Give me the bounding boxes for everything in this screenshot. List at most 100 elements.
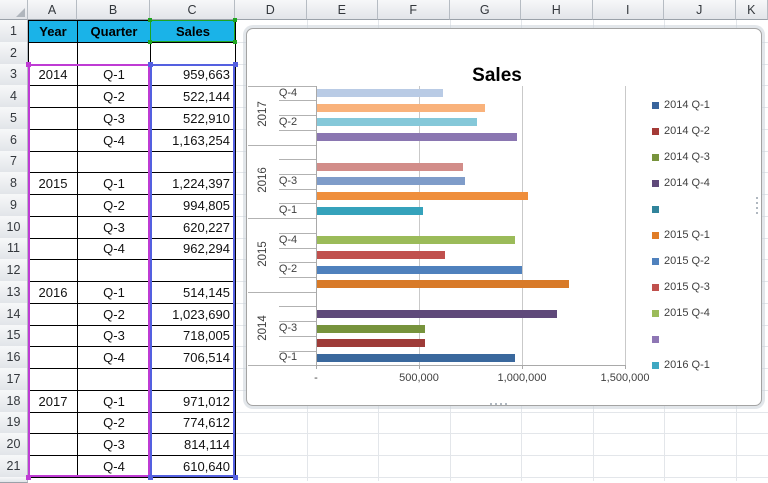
bar-2014-q-1[interactable] (317, 354, 515, 362)
column-header-j[interactable]: J (664, 0, 736, 20)
year-axis-label[interactable]: 2017 (257, 94, 269, 134)
cell-c5[interactable]: 522,910 (150, 107, 236, 130)
quarter-axis-label[interactable]: Q-1 (271, 351, 305, 363)
legend-item[interactable]: 2015 Q-4 (652, 306, 710, 320)
cell-a11[interactable] (28, 238, 78, 261)
value-range-border-handle[interactable] (148, 475, 153, 480)
legend-item[interactable]: 2015 Q-3 (652, 280, 710, 294)
row-header-1[interactable]: 1 (0, 20, 28, 43)
column-header-i[interactable]: I (593, 0, 665, 20)
cell-c2[interactable] (150, 42, 236, 65)
name-range-handle[interactable] (148, 40, 152, 44)
cell-b7[interactable] (77, 151, 151, 174)
category-range-border-handle[interactable] (26, 475, 31, 480)
cell-b10[interactable]: Q-3 (77, 216, 151, 239)
cell-a13[interactable]: 2016 (28, 281, 78, 304)
cell-b14[interactable]: Q-2 (77, 303, 151, 326)
cell-b3[interactable]: Q-1 (77, 64, 151, 87)
column-header-d[interactable]: D (235, 0, 307, 20)
year-axis-label[interactable]: 2014 (257, 308, 269, 348)
row-header-6[interactable]: 6 (0, 129, 28, 152)
cell-c6[interactable]: 1,163,254 (150, 129, 236, 152)
cell-a21[interactable] (28, 455, 78, 478)
sales-chart[interactable]: -500,0001,000,0001,500,00020172016201520… (246, 28, 762, 406)
name-range-handle[interactable] (233, 18, 237, 22)
column-header-g[interactable]: G (450, 0, 522, 20)
row-header-9[interactable]: 9 (0, 194, 28, 217)
category-range-border-handle[interactable] (26, 62, 31, 67)
cell-c13[interactable]: 514,145 (150, 281, 236, 304)
legend-item[interactable] (652, 332, 664, 346)
row-header-8[interactable]: 8 (0, 172, 28, 195)
legend-item[interactable] (652, 202, 664, 216)
cell-c20[interactable]: 814,114 (150, 433, 236, 456)
cell-a3[interactable]: 2014 (28, 64, 78, 87)
row-header-13[interactable]: 13 (0, 281, 28, 304)
bar-2014-q-3[interactable] (317, 325, 425, 333)
legend-item[interactable]: 2014 Q-3 (652, 150, 710, 164)
cell-b17[interactable] (77, 368, 151, 391)
row-header-3[interactable]: 3 (0, 64, 28, 87)
cell-b4[interactable]: Q-2 (77, 85, 151, 108)
x-axis-tick-label[interactable]: 500,000 (387, 372, 451, 384)
row-header-17[interactable]: 17 (0, 368, 28, 391)
row-header-15[interactable]: 15 (0, 325, 28, 348)
cell-c7[interactable] (150, 151, 236, 174)
x-axis-tick-label[interactable]: 1,500,000 (593, 372, 657, 384)
column-header-k[interactable]: K (736, 0, 768, 20)
column-header-c[interactable]: C (150, 0, 235, 20)
cell-b15[interactable]: Q-3 (77, 325, 151, 348)
row-header-22[interactable] (0, 477, 28, 483)
cell-a18[interactable]: 2017 (28, 390, 78, 413)
cell-a7[interactable] (28, 151, 78, 174)
cell-b19[interactable]: Q-2 (77, 412, 151, 435)
cell-b12[interactable] (77, 259, 151, 282)
cell-c3[interactable]: 959,663 (150, 64, 236, 87)
quarter-axis-label[interactable]: Q-4 (271, 234, 305, 246)
bar-2016-q-3[interactable] (317, 177, 465, 185)
cell-a14[interactable] (28, 303, 78, 326)
bar-2016-q-1[interactable] (317, 207, 423, 215)
cell-b16[interactable]: Q-4 (77, 346, 151, 369)
cell-c4[interactable]: 522,144 (150, 85, 236, 108)
x-axis-tick-label[interactable]: - (284, 372, 348, 384)
table-header-year[interactable]: Year (28, 20, 78, 43)
cell-a17[interactable] (28, 368, 78, 391)
cell-c19[interactable]: 774,612 (150, 412, 236, 435)
bar-2017-q-4[interactable] (317, 89, 443, 97)
cell-a9[interactable] (28, 194, 78, 217)
cell-c16[interactable]: 706,514 (150, 346, 236, 369)
cell-a20[interactable] (28, 433, 78, 456)
cell-a15[interactable] (28, 325, 78, 348)
cell-b20[interactable]: Q-3 (77, 433, 151, 456)
cell-c9[interactable]: 994,805 (150, 194, 236, 217)
bar-2016-q-4[interactable] (317, 163, 463, 171)
row-header-18[interactable]: 18 (0, 390, 28, 413)
cell-b21[interactable]: Q-4 (77, 455, 151, 478)
cell-c14[interactable]: 1,023,690 (150, 303, 236, 326)
legend-item[interactable]: 2015 Q-1 (652, 228, 710, 242)
value-range-border-handle[interactable] (148, 62, 153, 67)
quarter-axis-label[interactable]: Q-1 (271, 204, 305, 216)
cell-b9[interactable]: Q-2 (77, 194, 151, 217)
cell-c12[interactable] (150, 259, 236, 282)
year-axis-label[interactable]: 2015 (257, 234, 269, 274)
cell-c8[interactable]: 1,224,397 (150, 172, 236, 195)
cell-c15[interactable]: 718,005 (150, 325, 236, 348)
cell-c10[interactable]: 620,227 (150, 216, 236, 239)
column-header-e[interactable]: E (307, 0, 379, 20)
cell-a16[interactable] (28, 346, 78, 369)
cell-b5[interactable]: Q-3 (77, 107, 151, 130)
row-header-7[interactable]: 7 (0, 151, 28, 174)
cell-a10[interactable] (28, 216, 78, 239)
quarter-axis-label[interactable]: Q-2 (271, 263, 305, 275)
row-header-14[interactable]: 14 (0, 303, 28, 326)
name-range-handle[interactable] (233, 40, 237, 44)
cell-b13[interactable]: Q-1 (77, 281, 151, 304)
row-header-12[interactable]: 12 (0, 259, 28, 282)
table-header-sales[interactable]: Sales (150, 20, 236, 43)
chart-title[interactable]: Sales (247, 65, 747, 87)
row-header-2[interactable]: 2 (0, 42, 28, 65)
bar-2014-q-4[interactable] (317, 310, 557, 318)
column-header-f[interactable]: F (378, 0, 450, 20)
